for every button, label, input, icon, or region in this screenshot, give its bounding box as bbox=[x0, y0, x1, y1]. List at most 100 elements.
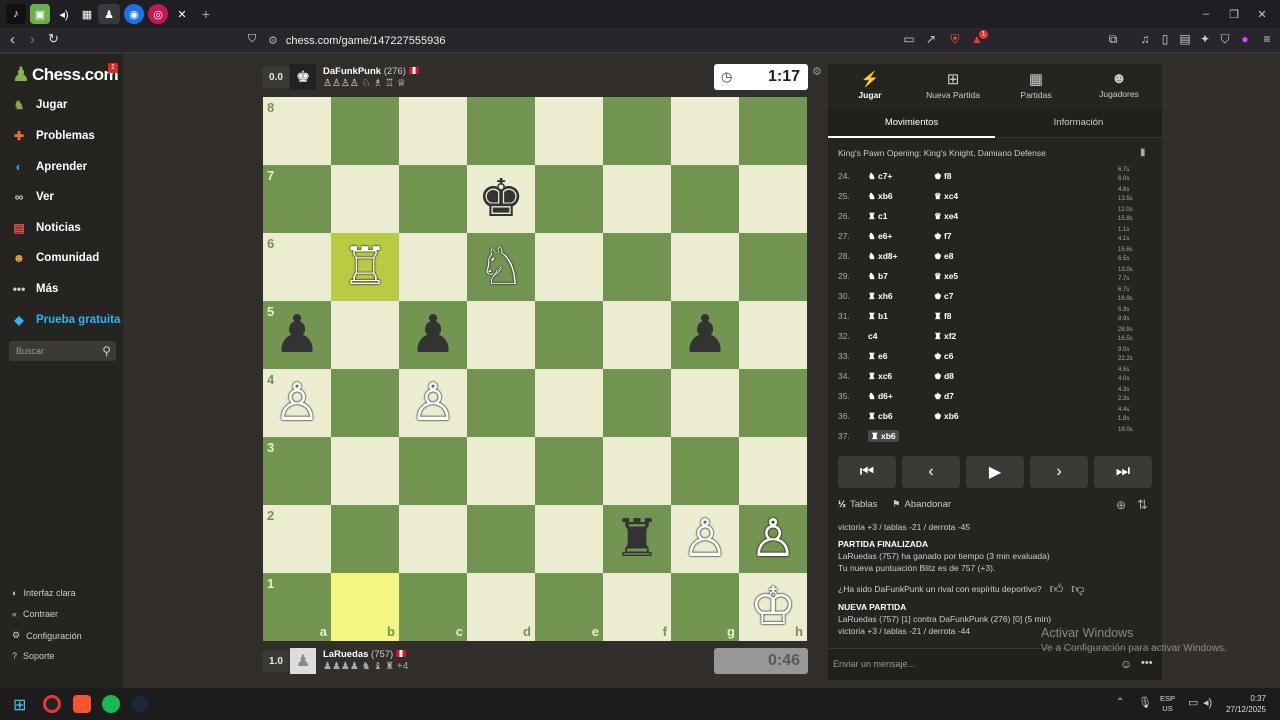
brave-browser-icon[interactable] bbox=[73, 695, 91, 713]
square-b6[interactable]: ♖ bbox=[331, 233, 399, 301]
tiktok-tab-icon[interactable]: ♪ bbox=[6, 4, 26, 24]
square-g1[interactable]: g bbox=[671, 573, 739, 641]
square-a4[interactable]: 4 ♙ bbox=[263, 369, 331, 437]
menu-icon[interactable]: ≡ bbox=[1260, 32, 1274, 46]
square-c6[interactable] bbox=[399, 233, 467, 301]
square-d2[interactable] bbox=[467, 505, 535, 573]
address-bar[interactable]: ⚙ chess.com/game/147227555936 bbox=[268, 31, 1008, 50]
black-move[interactable]: ♛ xe5 bbox=[934, 271, 994, 282]
square-e1[interactable]: e bbox=[535, 573, 603, 641]
square-a7[interactable]: 7 bbox=[263, 165, 331, 233]
piece-h1[interactable]: ♔ bbox=[750, 581, 797, 633]
square-c1[interactable]: c bbox=[399, 573, 467, 641]
back-icon[interactable]: ‹ bbox=[10, 31, 15, 48]
square-h4[interactable] bbox=[739, 369, 807, 437]
black-move[interactable]: ♜ xf2 bbox=[934, 331, 994, 342]
play-button[interactable]: ▶ bbox=[966, 456, 1024, 488]
tab-movimientos[interactable]: Movimientos bbox=[828, 108, 995, 138]
close-icon[interactable]: ✕ bbox=[1252, 4, 1272, 24]
piece-a4[interactable]: ♙ bbox=[274, 377, 321, 429]
piece-d6[interactable]: ♘ bbox=[478, 241, 525, 293]
sound-tab-icon[interactable]: ◂) bbox=[54, 4, 74, 24]
collapse-button[interactable]: «Contraer bbox=[12, 609, 58, 619]
sidebar-item-noticias[interactable]: ▤ Noticias bbox=[10, 219, 80, 237]
steam-icon[interactable] bbox=[131, 695, 149, 713]
top-player-avatar[interactable]: ♚ bbox=[290, 64, 316, 90]
square-c3[interactable] bbox=[399, 437, 467, 505]
microphone-icon[interactable]: 🎙︎ bbox=[1138, 696, 1152, 709]
sidebar-item-mas[interactable]: ••• Más bbox=[10, 280, 59, 298]
square-e8[interactable] bbox=[535, 97, 603, 165]
square-d3[interactable] bbox=[467, 437, 535, 505]
reload-icon[interactable]: ↻ bbox=[48, 31, 59, 47]
square-g3[interactable] bbox=[671, 437, 739, 505]
sidebar-toggle-icon[interactable]: ⧉ bbox=[1106, 32, 1120, 46]
extension-icon[interactable]: ● bbox=[1238, 32, 1252, 46]
square-d4[interactable] bbox=[467, 369, 535, 437]
site-info-icon[interactable]: ⚙ bbox=[268, 34, 278, 47]
square-e3[interactable] bbox=[535, 437, 603, 505]
prev-move-button[interactable]: ‹ bbox=[902, 456, 960, 488]
white-move[interactable]: ♞ xb6 bbox=[868, 191, 934, 202]
app-icon[interactable] bbox=[43, 695, 61, 713]
chrome-tab-icon[interactable]: ◉ bbox=[124, 4, 144, 24]
language-indicator[interactable]: ESP US bbox=[1160, 694, 1175, 714]
white-move[interactable]: ♜ xb6 bbox=[868, 429, 934, 442]
square-e2[interactable] bbox=[535, 505, 603, 573]
thumbs-down-icon[interactable]: 👎︎ bbox=[1071, 582, 1084, 595]
chess-logo[interactable]: ♟ Chess.com bbox=[12, 62, 119, 87]
square-g8[interactable] bbox=[671, 97, 739, 165]
square-b1[interactable]: b bbox=[331, 573, 399, 641]
black-move[interactable]: ♚ e8 bbox=[934, 251, 994, 262]
flip-board-icon[interactable]: ⇅ bbox=[1137, 497, 1148, 513]
brave-shield-icon[interactable]: ⛨ bbox=[948, 32, 962, 46]
chess-tab-icon[interactable]: ♟ bbox=[98, 4, 120, 24]
sidebar-item-prueba-gratuita[interactable]: ◆ Prueba gratuita bbox=[10, 311, 120, 329]
resign-button[interactable]: ⚑ Abandonar bbox=[892, 499, 951, 510]
spotify-icon[interactable] bbox=[102, 695, 120, 713]
white-move[interactable]: ♞ c7+ bbox=[868, 171, 934, 182]
sidebar-item-problemas[interactable]: ✚ Problemas bbox=[10, 127, 95, 145]
black-move[interactable]: ♚ xb6 bbox=[934, 411, 994, 422]
square-d6[interactable]: ♘ bbox=[467, 233, 535, 301]
bookmark-icon[interactable]: ⛉ bbox=[248, 33, 256, 46]
cast-icon[interactable]: ▭ bbox=[902, 32, 916, 46]
square-a3[interactable]: 3 bbox=[263, 437, 331, 505]
next-move-button[interactable]: › bbox=[1030, 456, 1088, 488]
piece-h2[interactable]: ♙ bbox=[750, 513, 797, 565]
square-f3[interactable] bbox=[603, 437, 671, 505]
black-move[interactable]: ♚ c6 bbox=[934, 351, 994, 362]
square-d5[interactable] bbox=[467, 301, 535, 369]
square-f1[interactable]: f bbox=[603, 573, 671, 641]
square-a8[interactable]: 8 bbox=[263, 97, 331, 165]
chevron-up-icon[interactable]: ⌃ bbox=[1116, 697, 1124, 708]
square-e5[interactable] bbox=[535, 301, 603, 369]
emoji-icon[interactable]: ☺ bbox=[1120, 657, 1132, 671]
square-b7[interactable] bbox=[331, 165, 399, 233]
white-move[interactable]: ♞ e6+ bbox=[868, 231, 934, 242]
panel-icon[interactable]: ▯ bbox=[1158, 32, 1172, 46]
volume-icon[interactable]: ◂) bbox=[1203, 696, 1212, 709]
sidebar-item-aprender[interactable]: ◐ Aprender bbox=[10, 158, 87, 176]
clock[interactable]: 0:37 27/12/2025 bbox=[1222, 693, 1266, 715]
square-h1[interactable]: h ♔ bbox=[739, 573, 807, 641]
square-g2[interactable]: ♙ bbox=[671, 505, 739, 573]
sidebar-item-comunidad[interactable]: ☻ Comunidad bbox=[10, 249, 100, 267]
square-f6[interactable] bbox=[603, 233, 671, 301]
square-f5[interactable] bbox=[603, 301, 671, 369]
black-move[interactable]: ♛ xc4 bbox=[934, 191, 994, 202]
tab-informacion[interactable]: Información bbox=[995, 108, 1162, 138]
square-a6[interactable]: 6 bbox=[263, 233, 331, 301]
sidebar-item-ver[interactable]: ∞ Ver bbox=[10, 188, 54, 206]
network-icon[interactable]: ▭ bbox=[1188, 696, 1198, 709]
white-move[interactable]: ♞ xd8+ bbox=[868, 251, 934, 262]
wallet-icon[interactable]: ▤ bbox=[1178, 32, 1192, 46]
square-h8[interactable] bbox=[739, 97, 807, 165]
chat-input[interactable]: Enviar un mensaje... bbox=[833, 659, 915, 669]
square-a2[interactable]: 2 bbox=[263, 505, 331, 573]
black-move[interactable]: ♚ d8 bbox=[934, 371, 994, 382]
square-c7[interactable] bbox=[399, 165, 467, 233]
square-b5[interactable] bbox=[331, 301, 399, 369]
light-mode-button[interactable]: ◐ Interfaz clara bbox=[12, 588, 75, 598]
chess-board[interactable]: 8 7 ♚ 6 ♖ ♘ 5 ♟ ♟ ♟ 4 ♙ ♙ 3 2 ♜ ♙ ♙ 1 a b c d e f g h ♔ bbox=[263, 97, 807, 641]
